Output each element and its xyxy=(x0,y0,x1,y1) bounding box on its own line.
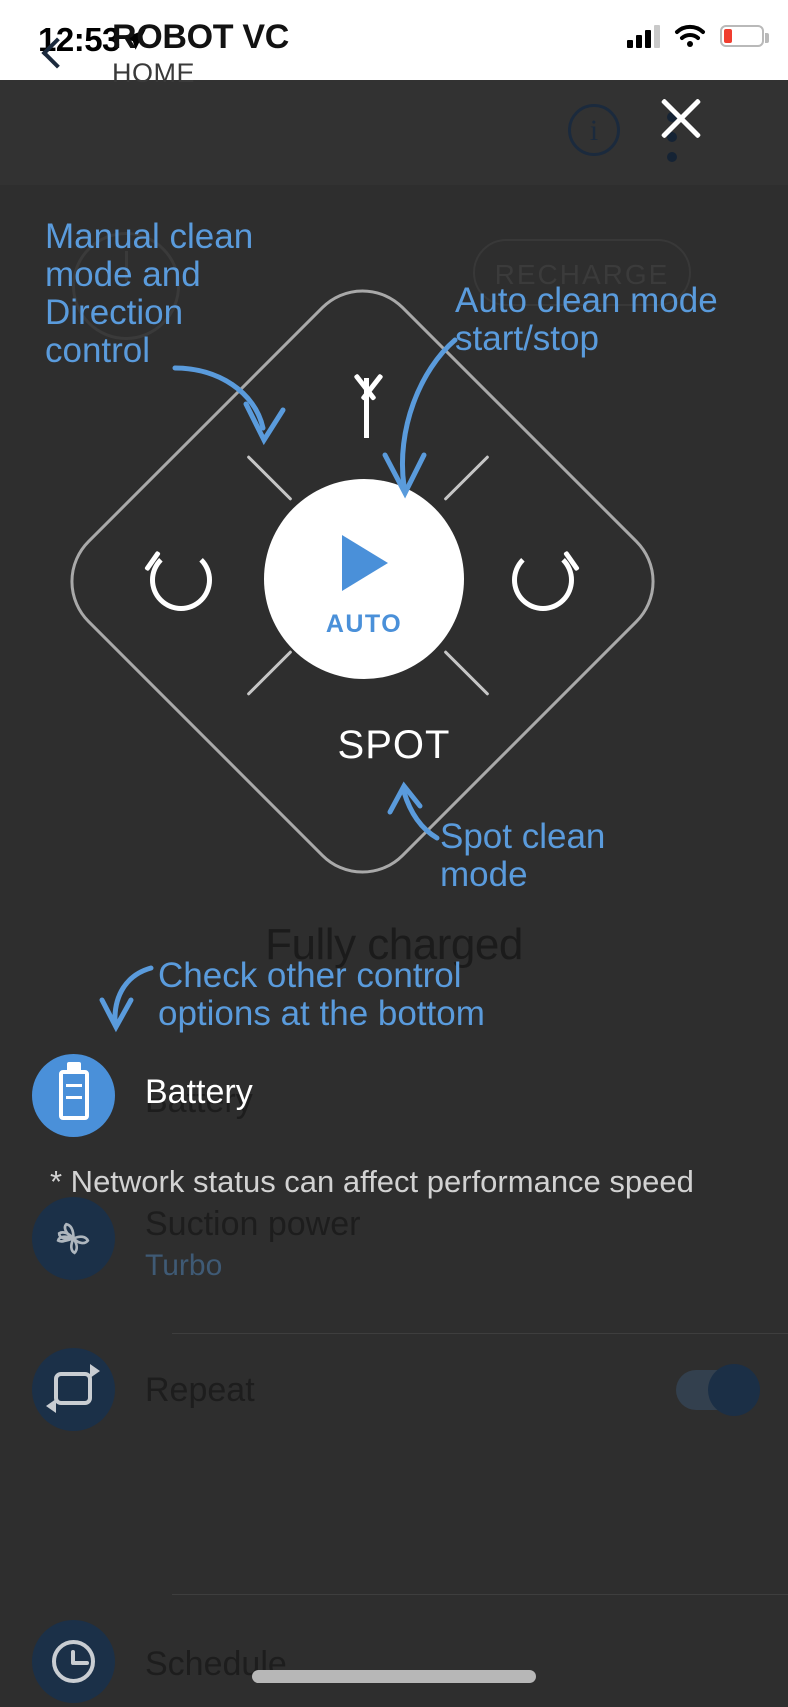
status-bar-indicators xyxy=(627,24,769,48)
list-item-repeat[interactable] xyxy=(0,1348,788,1432)
list-item-battery[interactable] xyxy=(0,1054,788,1138)
wifi-icon xyxy=(675,24,705,47)
rotate-right-icon[interactable] xyxy=(512,549,580,611)
repeat-label: Repeat xyxy=(145,1371,255,1409)
battery-label-overlay: Battery xyxy=(145,1073,253,1111)
clock-icon xyxy=(32,1620,115,1703)
page-title: ROBOT VC xyxy=(112,18,290,56)
list-divider xyxy=(172,1333,788,1334)
page-subtitle: HOME xyxy=(112,58,195,88)
list-divider xyxy=(172,1594,788,1595)
list-item-suction-power[interactable] xyxy=(0,1197,788,1307)
fan-icon xyxy=(32,1197,115,1280)
info-glyph: i xyxy=(589,114,599,147)
home-indicator xyxy=(252,1670,536,1683)
battery-low-icon xyxy=(720,25,769,47)
repeat-icon xyxy=(32,1348,115,1431)
suction-power-label: Suction power xyxy=(145,1205,361,1243)
auto-start-button[interactable]: AUTO xyxy=(264,479,464,679)
list-item-schedule[interactable] xyxy=(0,1620,788,1707)
battery-icon xyxy=(32,1054,115,1137)
play-triangle-icon xyxy=(342,535,388,591)
annotation-manual: Manual clean mode and Direction control xyxy=(45,217,254,370)
annotation-spot: Spot clean mode xyxy=(440,817,606,894)
auto-label: AUTO xyxy=(325,610,403,638)
info-icon[interactable]: i xyxy=(568,104,620,156)
annotation-check-bottom: Check other control options at the botto… xyxy=(158,956,485,1033)
close-x-icon[interactable] xyxy=(655,92,707,144)
app-screen: 12:53 ROBOT VC HOME i RECHARGE SPOT AUTO… xyxy=(0,0,788,1707)
arrow-up-icon[interactable] xyxy=(345,372,387,438)
repeat-toggle[interactable] xyxy=(676,1364,760,1416)
cellular-signal-icon xyxy=(627,24,660,48)
spot-clean-label[interactable]: SPOT xyxy=(0,723,788,768)
annotation-auto: Auto clean mode start/stop xyxy=(455,281,718,358)
suction-power-value: Turbo xyxy=(145,1249,223,1282)
rotate-left-icon[interactable] xyxy=(144,549,212,611)
